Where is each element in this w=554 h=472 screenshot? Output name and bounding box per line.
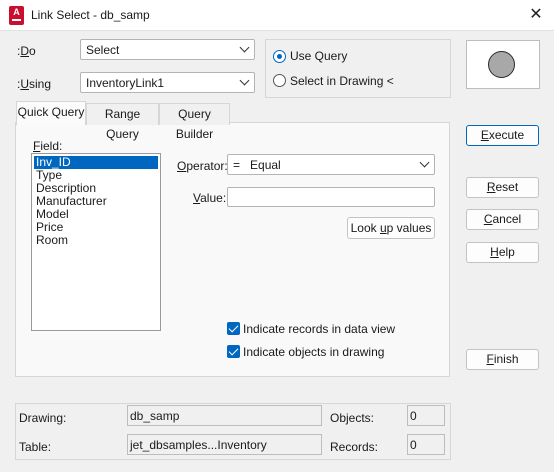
- do-dropdown-value: Select: [86, 43, 120, 57]
- execute-button[interactable]: Execute: [466, 125, 539, 146]
- chevron-down-icon: [239, 75, 250, 86]
- use-query-label[interactable]: Use Query: [290, 49, 347, 63]
- do-dropdown[interactable]: Select: [80, 39, 255, 60]
- indicate-objects-checkbox[interactable]: [227, 345, 240, 358]
- using-label: :Using: [17, 77, 52, 91]
- circle-icon: [488, 51, 515, 78]
- table-label: Table:: [19, 440, 52, 454]
- chevron-down-icon: [419, 157, 430, 168]
- finish-button[interactable]: Finish: [466, 349, 539, 370]
- help-button[interactable]: Help: [466, 242, 539, 263]
- tab-query-builder[interactable]: Query Builder: [159, 103, 230, 141]
- do-label: :Do: [17, 44, 36, 58]
- using-dropdown-value: InventoryLink1: [86, 76, 165, 90]
- value-label: Value:: [193, 191, 227, 205]
- records-value-field: 0: [407, 434, 445, 455]
- using-dropdown[interactable]: InventoryLink1: [80, 72, 255, 93]
- cancel-button[interactable]: Cancel: [466, 209, 539, 230]
- reset-button[interactable]: Reset: [466, 177, 539, 198]
- select-in-drawing-label[interactable]: Select in Drawing <: [290, 74, 394, 88]
- select-in-drawing-radio[interactable]: [273, 74, 286, 87]
- field-listbox[interactable]: Inv_ID Type Description Manufacturer Mod…: [31, 153, 161, 331]
- table-value-field: jet_dbsamples...Inventory: [127, 434, 322, 455]
- indicate-objects-label[interactable]: Indicate objects in drawing: [243, 345, 384, 359]
- drawing-label: Drawing:: [19, 411, 67, 425]
- value-input[interactable]: [227, 187, 435, 207]
- list-item[interactable]: Room: [34, 234, 158, 247]
- field-label: Field:: [33, 139, 63, 153]
- operator-dropdown-value: = Equal: [233, 158, 281, 172]
- objects-value-field: 0: [407, 405, 445, 426]
- indicate-records-checkbox[interactable]: [227, 322, 240, 335]
- operator-dropdown[interactable]: = Equal: [227, 154, 435, 175]
- window-title: Link Select - db_samp: [31, 8, 150, 22]
- records-label: Records:: [330, 440, 379, 454]
- autocad-icon: A: [9, 6, 24, 25]
- indicate-records-label[interactable]: Indicate records in data view: [243, 322, 395, 336]
- use-query-radio[interactable]: [273, 50, 286, 63]
- look-up-values-button[interactable]: Look up values: [347, 217, 435, 239]
- chevron-down-icon: [239, 42, 250, 53]
- operator-label: Operator:: [177, 159, 228, 173]
- tab-range-query[interactable]: Range Query: [86, 103, 159, 141]
- drawing-value-field: db_samp: [127, 405, 322, 426]
- objects-label: Objects:: [330, 411, 375, 425]
- mode-group: [265, 39, 451, 98]
- close-icon[interactable]: ✕: [524, 4, 548, 26]
- tab-quick-query[interactable]: Quick Query: [16, 101, 86, 125]
